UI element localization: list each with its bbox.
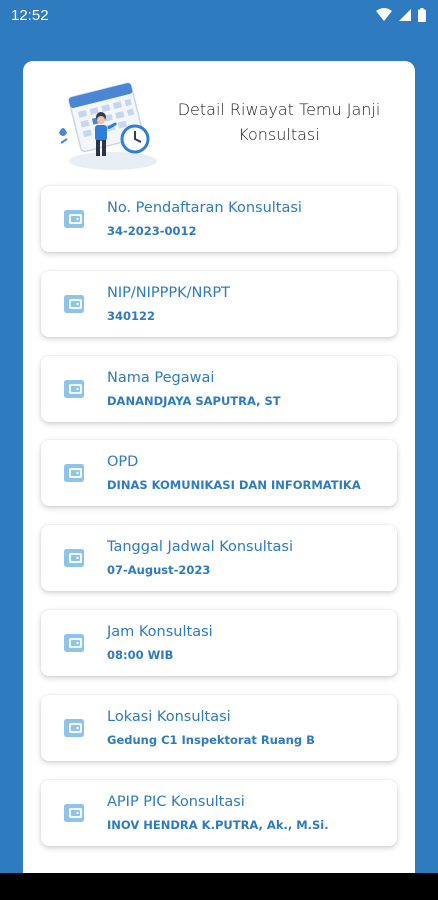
detail-item: Tanggal Jadwal Konsultasi 07-August-2023 xyxy=(41,525,397,592)
detail-item-label: OPD xyxy=(107,454,139,471)
detail-item: Jam Konsultasi 08:00 WIB xyxy=(41,609,397,676)
detail-item: OPD DINAS KOMUNIKASI DAN INFORMATIKA xyxy=(41,440,397,507)
wallet-icon xyxy=(64,549,84,568)
detail-item-value: INOV HENDRA K.PUTRA, Ak., M.Si. xyxy=(107,817,329,832)
wallet-icon xyxy=(64,294,84,313)
detail-item-label: Tanggal Jadwal Konsultasi xyxy=(107,539,293,556)
navigation-bar xyxy=(0,873,438,900)
detail-item: Lokasi Konsultasi Gedung C1 Inspektorat R… xyxy=(41,694,397,761)
signal-icon xyxy=(399,9,411,21)
status-time: 12:52 xyxy=(11,6,49,24)
detail-item-value: 340122 xyxy=(107,308,156,323)
detail-item-label: APIP PIC Konsultasi xyxy=(107,793,245,810)
detail-list: No. Pendaftaran Konsultasi 34-2023-0012 NI… xyxy=(41,186,397,864)
battery-icon xyxy=(418,8,426,22)
wallet-icon xyxy=(64,803,84,822)
wallet-icon xyxy=(64,633,84,652)
detail-item-value: 08:00 WIB xyxy=(107,647,174,662)
detail-item-label: Lokasi Konsultasi xyxy=(107,708,231,725)
detail-item-label: Jam Konsultasi xyxy=(107,623,213,640)
detail-item-label: NIP/NIPPPK/NRPT xyxy=(107,284,231,301)
detail-item-value: 34-2023-0012 xyxy=(107,224,197,238)
detail-item-label: No. Pendaftaran Konsultasi xyxy=(107,200,302,216)
detail-item: Nama Pegawai DANANDJAYA SAPUTRA, ST xyxy=(41,355,397,422)
calendar-person-clock-illustration xyxy=(59,82,157,170)
detail-item-value: DANANDJAYA SAPUTRA, ST xyxy=(107,393,281,408)
detail-item: No. Pendaftaran Konsultasi 34-2023-0012 xyxy=(41,186,397,252)
page-title: Detail Riwayat Temu Janji Konsultasi xyxy=(163,97,395,147)
wallet-icon xyxy=(64,464,84,483)
status-icons xyxy=(376,8,426,22)
detail-item-label: Nama Pegawai xyxy=(107,369,215,386)
page-title-line1: Detail Riwayat Temu Janji xyxy=(177,100,381,119)
wallet-icon xyxy=(64,718,84,737)
status-bar: 12:52 xyxy=(0,0,438,30)
page-title-line2: Konsultasi xyxy=(238,125,320,144)
detail-item-value: 07-August-2023 xyxy=(107,563,211,578)
detail-item: NIP/NIPPPK/NRPT 340122 xyxy=(41,270,397,337)
detail-item: APIP PIC Konsultasi INOV HENDRA K.PUTRA, … xyxy=(41,779,397,846)
detail-item-value: DINAS KOMUNIKASI DAN INFORMATIKA xyxy=(107,478,361,493)
wallet-icon xyxy=(64,379,84,398)
card-header: Detail Riwayat Temu Janji Konsultasi xyxy=(23,61,415,171)
wifi-icon xyxy=(376,8,392,21)
detail-card: Detail Riwayat Temu Janji Konsultasi No.… xyxy=(23,61,415,891)
wallet-icon xyxy=(64,210,84,228)
detail-item-value: Gedung C1 Inspektorat Ruang B xyxy=(107,732,315,747)
